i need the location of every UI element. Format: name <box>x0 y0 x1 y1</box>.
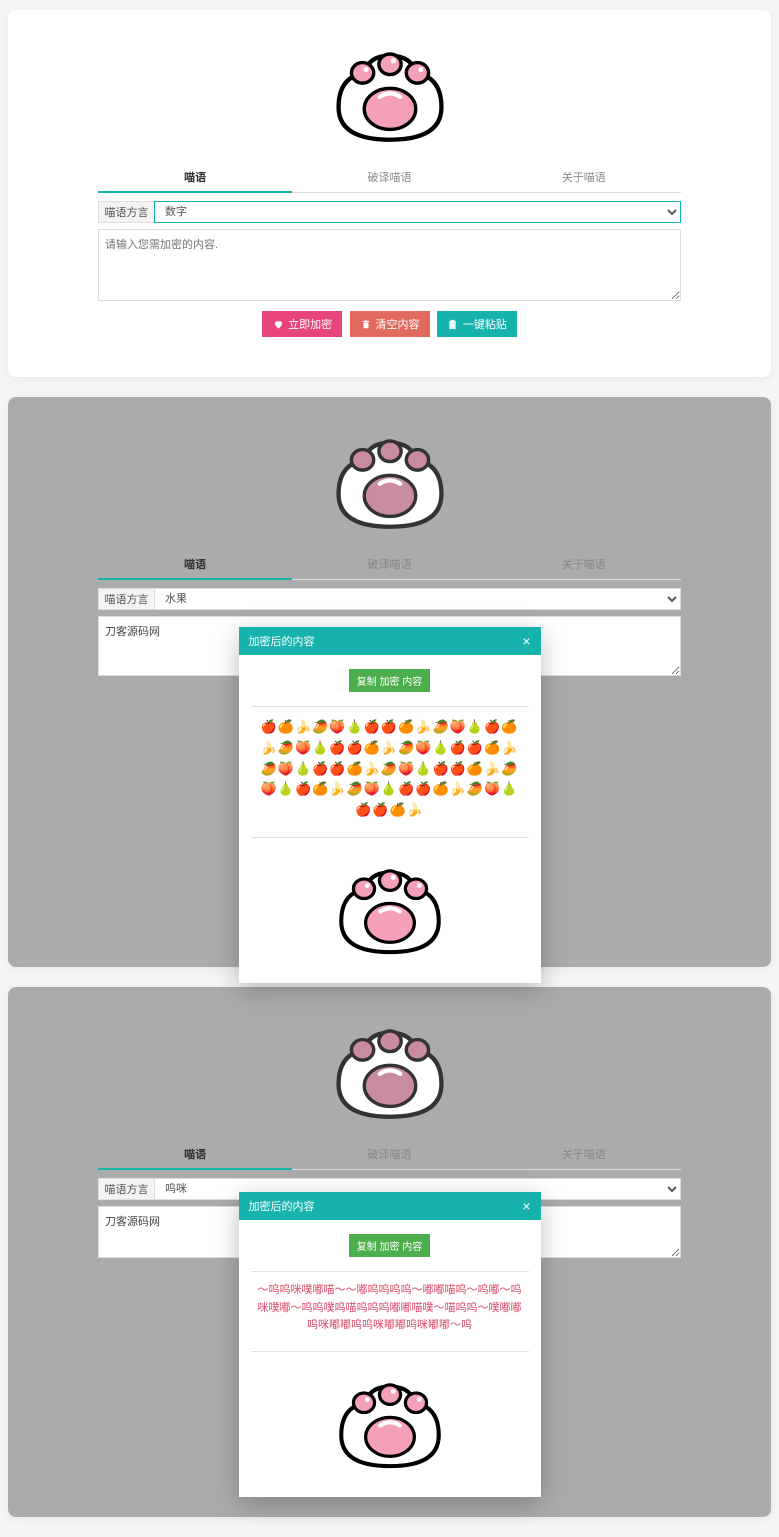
paste-button-label: 一键粘贴 <box>463 316 507 332</box>
divider <box>251 837 529 838</box>
dialect-select[interactable]: 水果 <box>154 588 681 610</box>
copy-result-button[interactable]: 复制 加密 内容 <box>349 1234 431 1257</box>
panel-encrypt-fruit-result: 喵语 破译喵语 关于喵语 喵语方言 水果 刀客源码网 加密后的内容 × 复制 加… <box>8 397 771 967</box>
divider <box>251 1271 529 1272</box>
panel-encrypt-wumi-result: 喵语 破译喵语 关于喵语 喵语方言 呜咪 刀客源码网 加密后的内容 × 复制 加… <box>8 987 771 1517</box>
modal-close-button[interactable]: × <box>522 1199 530 1213</box>
dialect-label: 喵语方言 <box>98 588 154 610</box>
panel-encrypt-empty: 喵语 破译喵语 关于喵语 喵语方言 数字 立即加密 清空内容 <box>8 10 771 377</box>
tab-decrypt[interactable]: 破译喵语 <box>292 163 486 192</box>
dialect-select[interactable]: 数字 <box>154 201 681 223</box>
close-icon: × <box>522 633 530 649</box>
tabs: 喵语 破译喵语 关于喵语 <box>98 163 681 193</box>
tab-about[interactable]: 关于喵语 <box>487 550 681 579</box>
clipboard-icon <box>447 318 459 330</box>
content-textarea[interactable] <box>98 229 681 301</box>
cipher-output: ～呜呜咪噗嘟喵～～嘟呜呜呜呜～嘟嘟喵呜～呜嘟～呜咪噗嘟～呜呜噗呜喵呜呜呜嘟嘟喵噗… <box>251 1282 529 1345</box>
trash-icon <box>360 318 372 330</box>
result-modal: 加密后的内容 × 复制 加密 内容 🍎🍊🍌🥭🍑🍐🍎🍎🍊🍌🥭🍑🍐🍎🍊🍌🥭🍑🍐🍎🍎🍊… <box>239 627 541 983</box>
dialect-label: 喵语方言 <box>98 1178 154 1200</box>
modal-title: 加密后的内容 <box>249 633 315 649</box>
modal-close-button[interactable]: × <box>522 634 530 648</box>
result-modal: 加密后的内容 × 复制 加密 内容 ～呜呜咪噗嘟喵～～嘟呜呜呜呜～嘟嘟喵呜～呜嘟… <box>239 1192 541 1497</box>
encrypt-button-label: 立即加密 <box>288 316 332 332</box>
tab-encrypt[interactable]: 喵语 <box>98 550 292 580</box>
dialect-label: 喵语方言 <box>98 201 154 223</box>
cipher-output: 🍎🍊🍌🥭🍑🍐🍎🍎🍊🍌🥭🍑🍐🍎🍊🍌🥭🍑🍐🍎🍎🍊🍌🥭🍑🍐🍎🍎🍊🍌🥭🍑🍐🍎🍎🍊🍌🥭🍑🍐… <box>251 717 529 831</box>
heart-icon <box>272 318 284 330</box>
tab-about[interactable]: 关于喵语 <box>487 163 681 192</box>
clear-button-label: 清空内容 <box>376 316 420 332</box>
tab-encrypt[interactable]: 喵语 <box>98 1140 292 1170</box>
close-icon: × <box>522 1198 530 1214</box>
paste-button[interactable]: 一键粘贴 <box>437 311 517 337</box>
clear-button[interactable]: 清空内容 <box>350 311 430 337</box>
divider <box>251 1351 529 1352</box>
modal-title: 加密后的内容 <box>249 1198 315 1214</box>
logo <box>8 22 771 163</box>
modal-logo <box>325 1362 455 1476</box>
tab-decrypt[interactable]: 破译喵语 <box>292 550 486 579</box>
tab-decrypt[interactable]: 破译喵语 <box>292 1140 486 1169</box>
logo <box>8 999 771 1140</box>
divider <box>251 706 529 707</box>
copy-result-button[interactable]: 复制 加密 内容 <box>349 669 431 692</box>
encrypt-button[interactable]: 立即加密 <box>262 311 342 337</box>
logo <box>8 409 771 550</box>
tabs: 喵语 破译喵语 关于喵语 <box>98 550 681 580</box>
tab-about[interactable]: 关于喵语 <box>487 1140 681 1169</box>
tabs: 喵语 破译喵语 关于喵语 <box>98 1140 681 1170</box>
modal-logo <box>325 848 455 962</box>
button-row: 立即加密 清空内容 一键粘贴 <box>8 311 771 337</box>
tab-encrypt[interactable]: 喵语 <box>98 163 292 193</box>
